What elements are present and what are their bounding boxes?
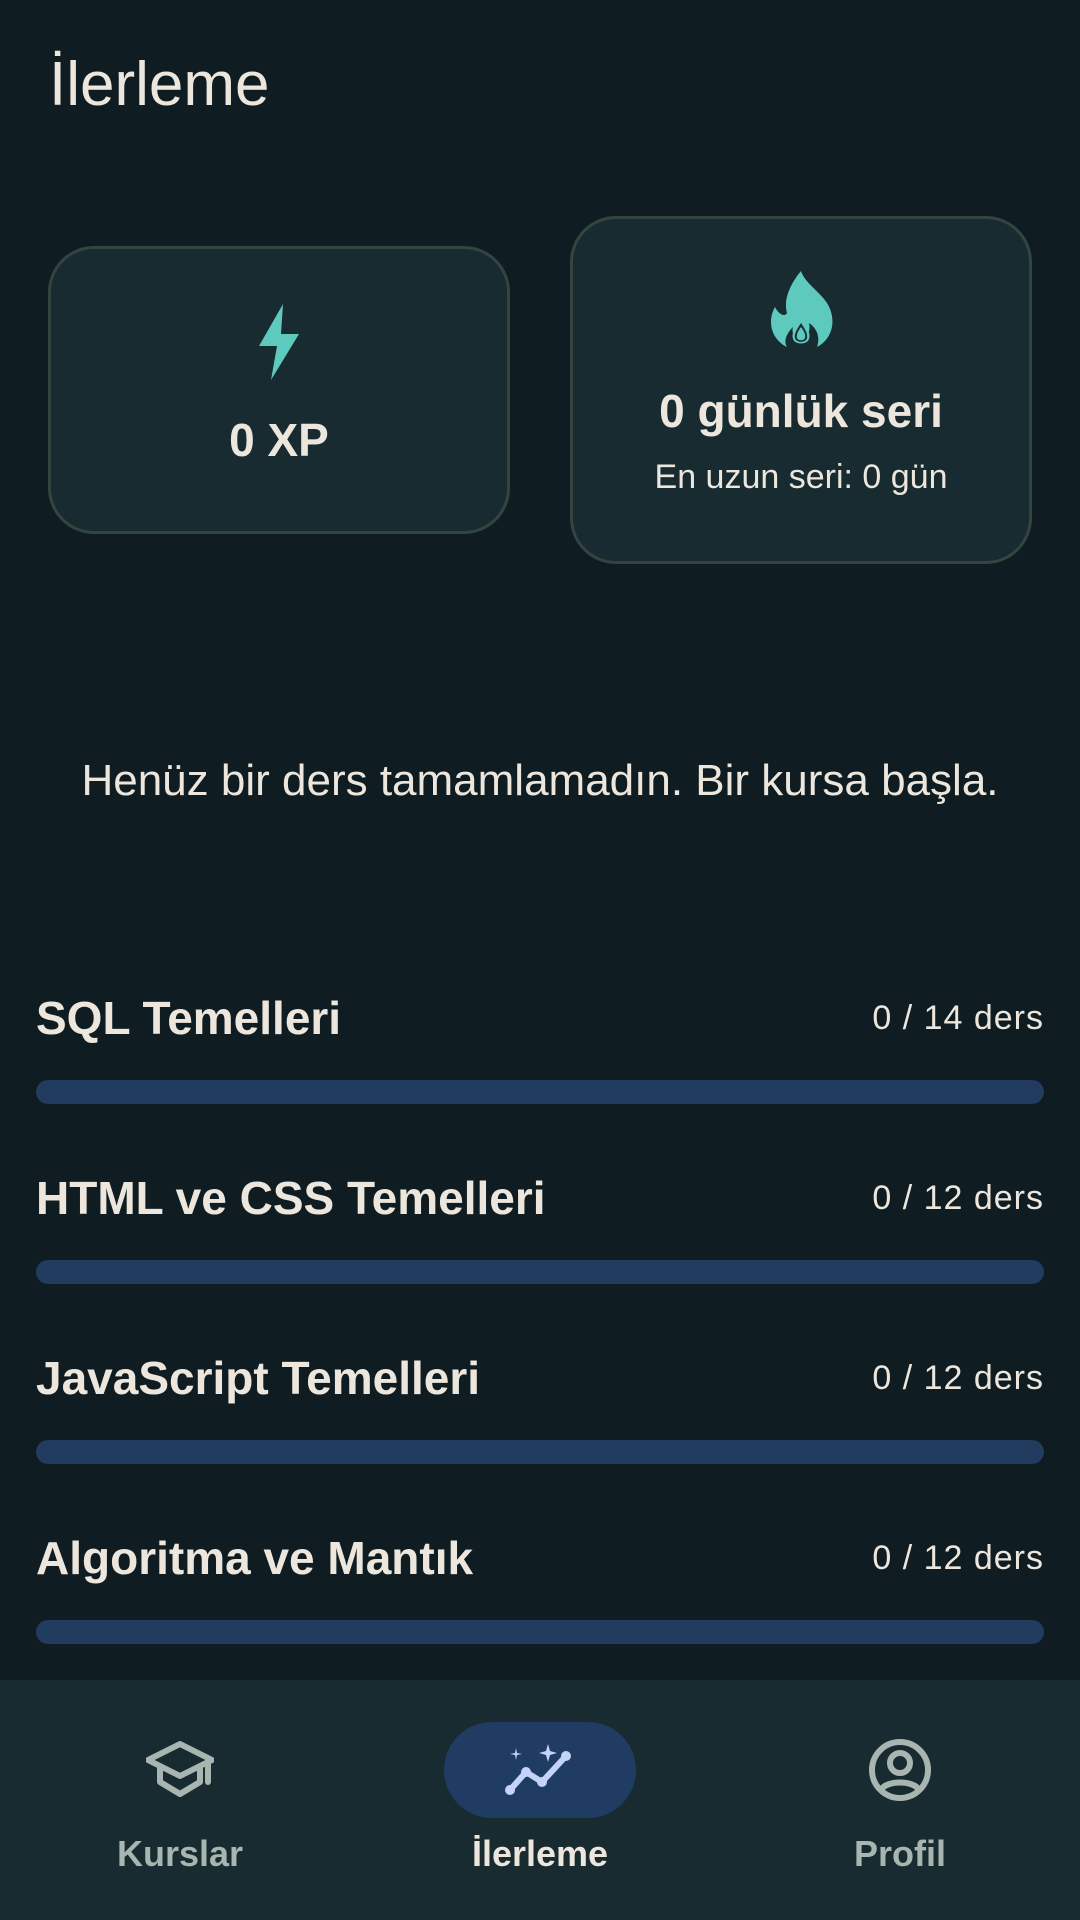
xp-card: 0 XP	[48, 246, 510, 534]
course-name: JavaScript Temelleri	[36, 1352, 481, 1404]
lesson-count: 0 / 12 ders	[872, 1359, 1044, 1397]
progress-bar	[36, 1620, 1044, 1644]
progress-screen: İlerleme 0 XP 0 günlük seri En uzun seri…	[0, 0, 1080, 1920]
empty-state-message: Henüz bir ders tamamlamadın. Bir kursa b…	[81, 756, 999, 805]
progress-bar	[36, 1260, 1044, 1284]
course-name: HTML ve CSS Temelleri	[36, 1172, 546, 1224]
course-progress-item[interactable]: JavaScript Temelleri 0 / 12 ders	[36, 1350, 1044, 1530]
nav-label: Profil	[853, 1833, 946, 1874]
nav-label: İlerleme	[471, 1833, 609, 1874]
account-circle-icon	[869, 1739, 931, 1801]
graduation-cap-icon	[146, 1741, 214, 1797]
lesson-count: 0 / 12 ders	[872, 1539, 1044, 1577]
progress-bar	[36, 1080, 1044, 1104]
course-name: Algoritma ve Mantık	[36, 1532, 474, 1584]
course-progress-item[interactable]: SQL Temelleri 0 / 14 ders	[36, 990, 1044, 1170]
progress-chart-icon	[505, 1744, 571, 1795]
progress-bar	[36, 1440, 1044, 1464]
lesson-count: 0 / 14 ders	[872, 999, 1044, 1037]
nav-icon-container	[804, 1722, 996, 1818]
nav-label: Kurslar	[116, 1833, 244, 1874]
xp-value: 0 XP	[229, 414, 329, 466]
nav-icon-container	[84, 1722, 276, 1818]
nav-icon-container	[444, 1722, 636, 1818]
nav-item-courses[interactable]: Kurslar	[0, 1680, 360, 1920]
streak-card: 0 günlük seri En uzun seri: 0 gün	[570, 216, 1032, 564]
course-progress-list: SQL Temelleri 0 / 14 ders HTML ve CSS Te…	[36, 990, 1044, 1710]
longest-streak-label: En uzun seri: 0 gün	[654, 458, 948, 496]
course-name: SQL Temelleri	[36, 992, 342, 1044]
streak-value: 0 günlük seri	[659, 385, 943, 437]
page-title: İlerleme	[49, 50, 270, 119]
bottom-navigation-bar: Kurslar İlerleme Profil	[0, 1680, 1080, 1920]
nav-item-progress[interactable]: İlerleme	[360, 1680, 720, 1920]
flame-icon	[767, 271, 835, 349]
lightning-icon	[257, 304, 301, 380]
course-progress-item[interactable]: HTML ve CSS Temelleri 0 / 12 ders	[36, 1170, 1044, 1350]
lesson-count: 0 / 12 ders	[872, 1179, 1044, 1217]
nav-item-profile[interactable]: Profil	[720, 1680, 1080, 1920]
